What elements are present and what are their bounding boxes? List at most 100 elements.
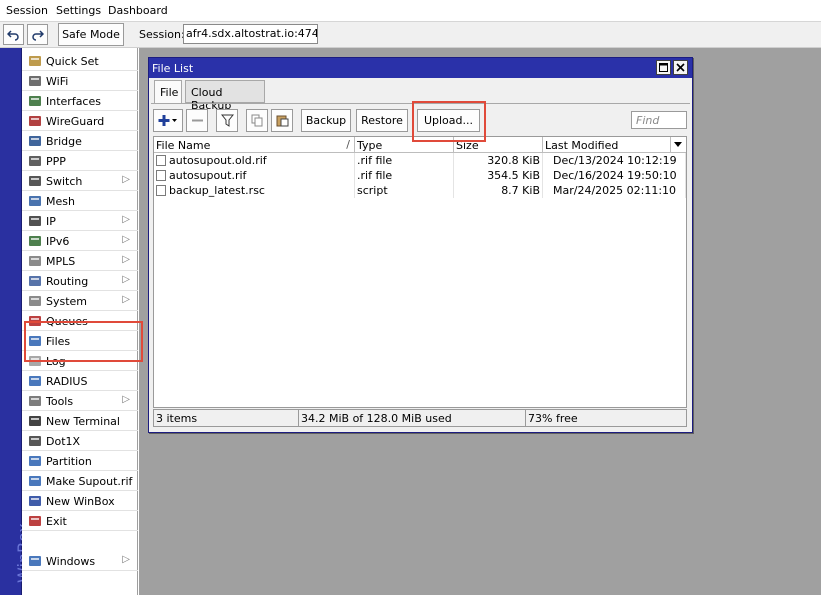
close-button[interactable]	[673, 60, 688, 75]
menu-bar: Session Settings Dashboard	[0, 0, 821, 22]
tools-icon	[28, 394, 42, 408]
tab-cloud-backup[interactable]: Cloud Backup	[185, 80, 265, 112]
table-row[interactable]: autosupout.rif .rif file 354.5 KiB Dec/16/2…	[154, 168, 686, 183]
winbox-icon	[28, 494, 42, 508]
maximize-button[interactable]	[656, 60, 671, 75]
sidebar-item-label: Windows	[46, 555, 96, 568]
file-icon	[156, 155, 166, 166]
sidebar-item-log[interactable]: Log	[22, 351, 138, 371]
session-field[interactable]: afr4.sdx.altostrat.io:47417	[183, 24, 318, 44]
table-header: File Name / Type Size Last Modified	[154, 137, 686, 153]
sidebar-item-label: Tools	[46, 395, 74, 408]
switch-icon	[28, 174, 42, 188]
sidebar-item-mpls[interactable]: MPLS ▷	[22, 251, 138, 271]
folder-icon	[28, 334, 42, 348]
cell-name-text: backup_latest.rsc	[169, 184, 265, 197]
sidebar-item-switch[interactable]: Switch ▷	[22, 171, 138, 191]
paste-button[interactable]	[271, 109, 293, 132]
sidebar-item-ppp[interactable]: PPP	[22, 151, 138, 171]
submenu-arrow-icon: ▷	[122, 174, 130, 185]
sidebar-item-wireguard[interactable]: WireGuard	[22, 111, 138, 131]
partition-icon	[28, 454, 42, 468]
cell-name: autosupout.rif	[154, 168, 355, 183]
cell-size-text: 354.5 KiB	[487, 169, 540, 182]
cell-size-text: 8.7 KiB	[501, 184, 540, 197]
undo-button[interactable]	[3, 24, 24, 45]
session-label: Session:	[139, 28, 185, 41]
sidebar-item-windows[interactable]: Windows ▷	[22, 551, 138, 571]
menu-settings[interactable]: Settings	[56, 4, 101, 17]
sidebar-item-tools[interactable]: Tools ▷	[22, 391, 138, 411]
sidebar-item-radius[interactable]: RADIUS	[22, 371, 138, 391]
sidebar-item-quick-set[interactable]: Quick Set	[22, 51, 138, 71]
undo-icon	[7, 30, 19, 41]
sidebar-item-new-winbox[interactable]: New WinBox	[22, 491, 138, 511]
column-last-modified[interactable]: Last Modified	[543, 137, 671, 153]
column-file-name[interactable]: File Name /	[154, 137, 355, 153]
sidebar-item-label: PPP	[46, 155, 66, 168]
upload-button[interactable]: Upload...	[417, 109, 480, 132]
sidebar-item-label: Interfaces	[46, 95, 101, 108]
sidebar-item-label: IP	[46, 215, 56, 228]
cell-type-text: .rif file	[357, 154, 393, 167]
cell-name-text: autosupout.rif	[169, 169, 247, 182]
sidebar-item-new-terminal[interactable]: New Terminal	[22, 411, 138, 431]
copy-button[interactable]	[246, 109, 268, 132]
sidebar-item-label: WiFi	[46, 75, 69, 88]
window-titlebar[interactable]: File List	[149, 58, 692, 78]
sidebar-item-bridge[interactable]: Bridge	[22, 131, 138, 151]
table-row[interactable]: backup_latest.rsc script 8.7 KiB Mar/24/202…	[154, 183, 686, 198]
sidebar-item-wifi[interactable]: WiFi	[22, 71, 138, 91]
sidebar-item-exit[interactable]: Exit	[22, 511, 138, 531]
sidebar-item-partition[interactable]: Partition	[22, 451, 138, 471]
sidebar-item-mesh[interactable]: Mesh	[22, 191, 138, 211]
safe-mode-button[interactable]: Safe Mode	[58, 23, 124, 46]
sidebar-item-routing[interactable]: Routing ▷	[22, 271, 138, 291]
sidebar-item-ipv6[interactable]: IPv6 ▷	[22, 231, 138, 251]
sidebar-item-label: Mesh	[46, 195, 75, 208]
column-type[interactable]: Type	[355, 137, 454, 153]
table-row[interactable]: autosupout.old.rif .rif file 320.8 KiB Dec/…	[154, 153, 686, 168]
sidebar-item-label: Dot1X	[46, 435, 81, 448]
cell-type: script	[355, 183, 454, 198]
find-input[interactable]: Find	[631, 111, 687, 129]
radius-icon	[28, 374, 42, 388]
cell-name: backup_latest.rsc	[154, 183, 355, 198]
column-chooser-button[interactable]	[671, 137, 686, 153]
status-usage: 34.2 MiB of 128.0 MiB used	[299, 410, 526, 426]
sidebar-item-label: WireGuard	[46, 115, 105, 128]
sidebar-item-label: Log	[46, 355, 66, 368]
log-icon	[28, 354, 42, 368]
gear-icon	[28, 294, 42, 308]
mpls-icon	[28, 254, 42, 268]
menu-dashboard[interactable]: Dashboard	[108, 4, 168, 17]
status-free: 73% free	[528, 412, 578, 425]
sidebar-item-interfaces[interactable]: Interfaces	[22, 91, 138, 111]
filter-button[interactable]	[216, 109, 238, 132]
submenu-arrow-icon: ▷	[122, 294, 130, 305]
sidebar-item-queues[interactable]: Queues	[22, 311, 138, 331]
tab-file[interactable]: File	[154, 80, 182, 104]
minus-icon	[191, 119, 203, 122]
add-button[interactable]	[153, 109, 183, 132]
sidebar-item-ip[interactable]: IP ▷	[22, 211, 138, 231]
sidebar-item-label: Files	[46, 335, 71, 348]
cell-type-text: script	[357, 184, 388, 197]
cell-type: .rif file	[355, 153, 454, 168]
sidebar-item-make-supout-rif[interactable]: Make Supout.rif	[22, 471, 138, 491]
sidebar-item-label: Quick Set	[46, 55, 99, 68]
winbox-brand-band	[0, 48, 22, 595]
column-size[interactable]: Size	[454, 137, 543, 153]
menu-session[interactable]: Session	[6, 4, 48, 17]
redo-button[interactable]	[27, 24, 48, 45]
backup-button[interactable]: Backup	[301, 109, 351, 132]
cell-type-text: .rif file	[357, 169, 393, 182]
remove-button[interactable]	[186, 109, 208, 132]
restore-button[interactable]: Restore	[356, 109, 408, 132]
sidebar-item-dot1x[interactable]: Dot1X	[22, 431, 138, 451]
sidebar-item-files[interactable]: Files	[22, 331, 138, 351]
sidebar-item-system[interactable]: System ▷	[22, 291, 138, 311]
routing-icon	[28, 274, 42, 288]
cell-name: autosupout.old.rif	[154, 153, 355, 168]
sort-indicator-icon: /	[346, 138, 350, 151]
